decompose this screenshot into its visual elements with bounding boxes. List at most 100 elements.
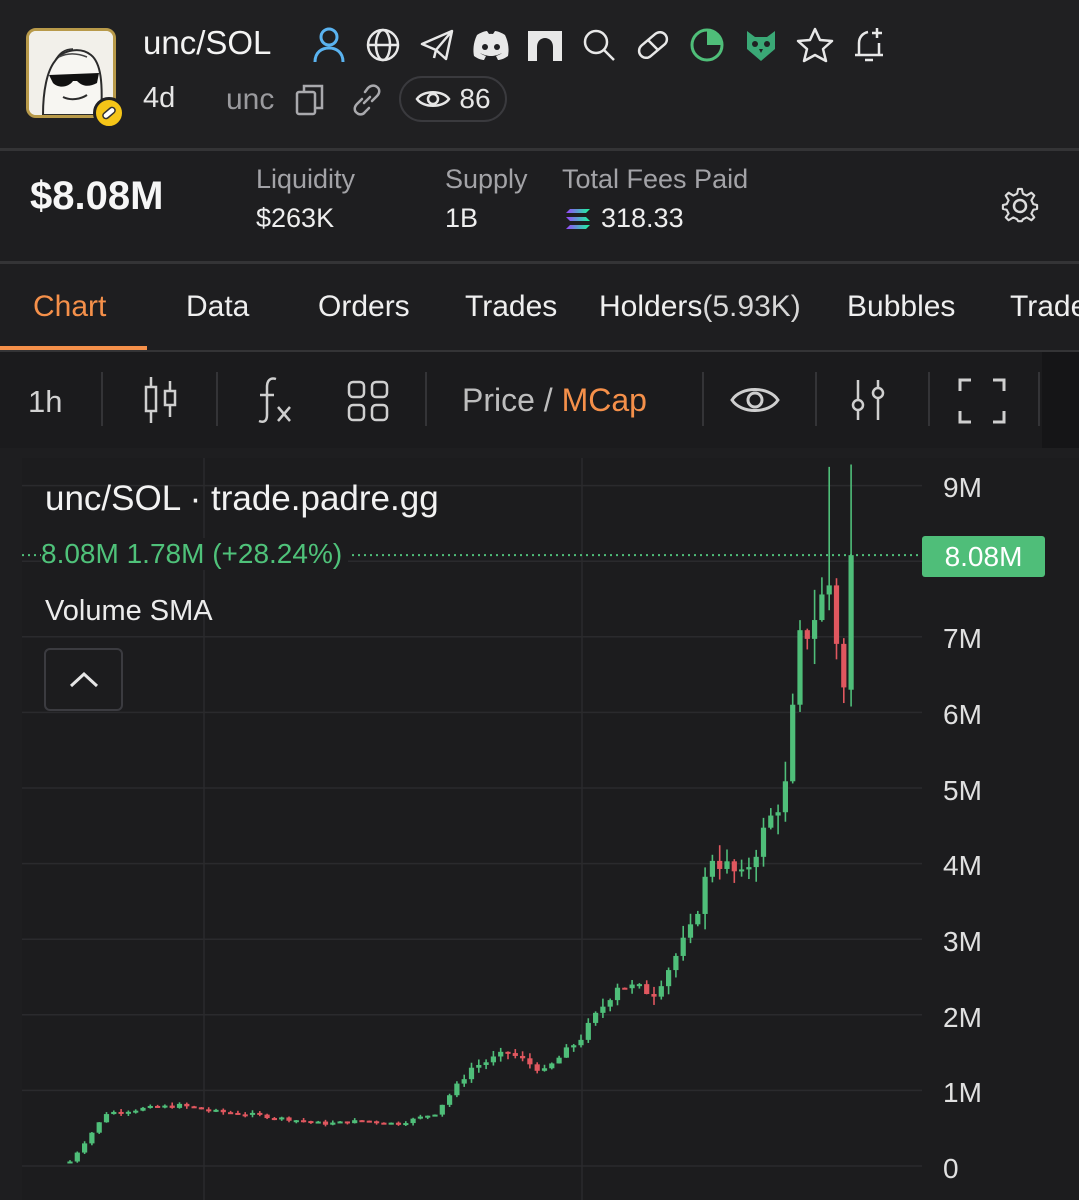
candle-body [89, 1132, 95, 1144]
interval-selector[interactable]: 1h [28, 384, 62, 420]
candle-body [505, 1051, 511, 1054]
bell-plus-icon[interactable] [842, 22, 896, 68]
candle-body [403, 1123, 409, 1126]
candle-body [804, 630, 810, 639]
candle-body [695, 913, 701, 925]
candle-body [687, 924, 694, 938]
token-ticker: unc [226, 83, 275, 116]
y-tick-5m: 5M [943, 775, 982, 806]
candle-body [184, 1103, 190, 1107]
copy-icon[interactable] [290, 80, 330, 120]
y-tick-3m: 3M [943, 926, 982, 957]
candle-body [96, 1122, 102, 1133]
eye-visibility-icon[interactable] [728, 380, 782, 420]
candle-body [155, 1105, 161, 1108]
candle-body [388, 1122, 394, 1125]
candle-body [125, 1111, 131, 1114]
search-icon[interactable] [572, 22, 626, 68]
pie-chart-icon[interactable] [680, 22, 734, 68]
y-tick-7m: 7M [943, 623, 982, 654]
fullscreen-icon[interactable] [956, 376, 1008, 426]
candle-body [520, 1055, 526, 1059]
telegram-icon[interactable] [410, 22, 464, 68]
candle-body [425, 1115, 431, 1118]
candle-body [249, 1112, 256, 1115]
tab-holders[interactable]: Holders(5.93K) [599, 290, 801, 324]
candle-body [760, 827, 767, 857]
watchers-badge[interactable]: 86 [399, 76, 507, 122]
settings-sliders-icon[interactable] [847, 376, 889, 424]
mcap-option[interactable]: MCap [562, 382, 647, 418]
candle-body [74, 1152, 80, 1162]
price-option[interactable]: Price [462, 382, 535, 418]
collapse-legend-button[interactable] [44, 648, 123, 711]
candle-body [819, 594, 825, 621]
candle-body [198, 1107, 204, 1110]
candle-body [651, 994, 657, 997]
candle-body [775, 812, 781, 816]
candle-body [191, 1106, 197, 1109]
candle-body [169, 1105, 175, 1108]
token-header: unc/SOL 4d unc 86 [0, 0, 1079, 148]
candle-body [432, 1114, 438, 1117]
fees-label: Total Fees Paid [562, 164, 749, 194]
candle-body [534, 1064, 540, 1071]
candle-body [67, 1161, 73, 1164]
tab-data[interactable]: Data [186, 290, 249, 324]
candle-body [279, 1117, 285, 1120]
candle-body [724, 861, 730, 869]
candle-body [468, 1067, 475, 1080]
candle-body [673, 955, 679, 971]
candle-body [607, 1000, 613, 1007]
user-icon[interactable] [302, 22, 356, 68]
candle-body [308, 1121, 314, 1124]
toolbar-separator [815, 372, 817, 426]
gate-icon[interactable] [518, 22, 572, 68]
candle-body [213, 1109, 219, 1112]
candle-body [753, 856, 759, 868]
price-mcap-separator: / [543, 382, 553, 418]
supply-label: Supply [445, 164, 528, 194]
layout-grid-icon[interactable] [345, 378, 391, 424]
candle-body [359, 1120, 365, 1123]
globe-icon[interactable] [356, 22, 410, 68]
social-icon-row [302, 22, 896, 68]
candle-body [374, 1121, 380, 1124]
current-price-tag: 8.08M [922, 536, 1045, 577]
candle-body [826, 585, 832, 595]
tab-bubbles[interactable]: Bubbles [847, 290, 955, 324]
owl-icon[interactable] [734, 22, 788, 68]
tab-orders[interactable]: Orders [318, 290, 410, 324]
candle-body [476, 1064, 482, 1068]
holders-count: (5.93K) [702, 290, 801, 323]
settings-gear-icon[interactable] [999, 185, 1041, 227]
candle-body [147, 1105, 153, 1108]
candle-body [220, 1109, 226, 1113]
eye-icon [415, 91, 451, 107]
y-tick-1m: 1M [943, 1077, 982, 1108]
discord-icon[interactable] [464, 22, 518, 68]
tab-traders[interactable]: Trade [1010, 290, 1079, 324]
candle-body [644, 984, 650, 995]
star-icon[interactable] [788, 22, 842, 68]
link-icon[interactable] [347, 80, 387, 120]
tab-chart[interactable]: Chart [33, 290, 106, 324]
candle-body [593, 1012, 599, 1023]
candle-type-icon[interactable] [138, 374, 182, 426]
candle-body [322, 1121, 329, 1125]
pill-icon[interactable] [626, 22, 680, 68]
candle-body [344, 1121, 350, 1124]
candle-body [636, 984, 642, 987]
liquidity-value: $263K [256, 203, 335, 233]
candle-body [614, 987, 621, 1001]
tab-trades[interactable]: Trades [465, 290, 557, 324]
candle-body [315, 1121, 321, 1124]
candle-body [666, 970, 672, 987]
indicators-fx-icon[interactable] [253, 374, 295, 426]
pill-badge-icon [93, 97, 125, 129]
candle-body [739, 869, 745, 872]
candle-body [301, 1120, 307, 1123]
candle-body [235, 1112, 241, 1115]
price-mcap-toggle[interactable]: Price / MCap [462, 382, 647, 419]
candle-body [271, 1118, 277, 1121]
